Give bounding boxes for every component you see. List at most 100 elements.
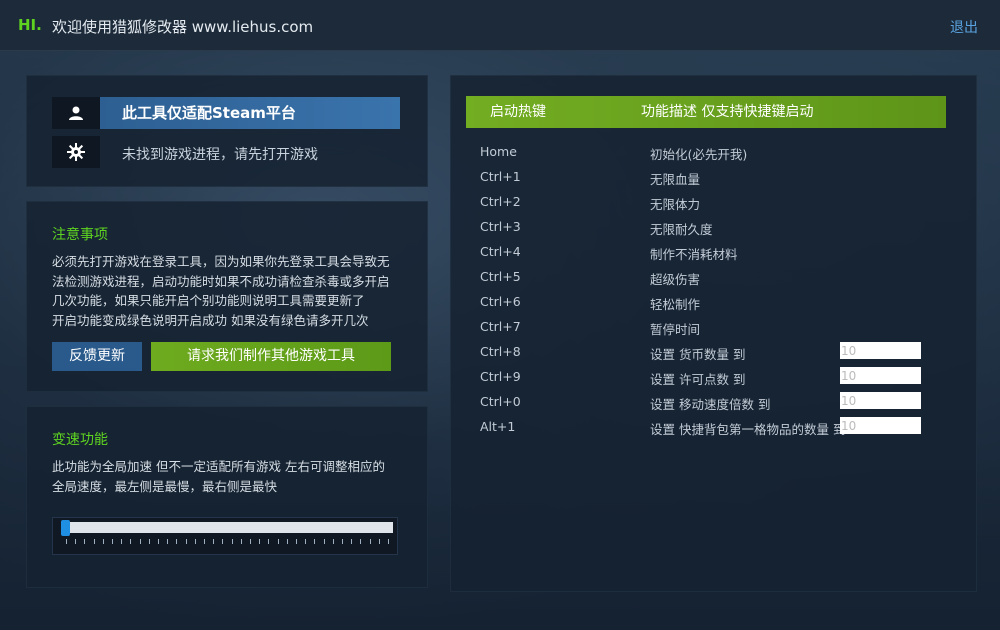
- slider-tick: [360, 539, 362, 544]
- slider-tick: [286, 539, 288, 544]
- slider-tick: [139, 539, 141, 544]
- speed-text: 此功能为全局加速 但不一定适配所有游戏 左右可调整相应的 全局速度，最左侧是最慢…: [52, 457, 385, 496]
- platform-label: 此工具仅适配Steam平台: [100, 97, 400, 129]
- slider-tick: [158, 539, 159, 544]
- slider-tick: [75, 539, 77, 544]
- slider-tick: [148, 539, 150, 544]
- title-bar: HI. 欢迎使用猎狐修改器 www.liehus.com 退出: [0, 0, 1000, 51]
- request-tool-button[interactable]: 请求我们制作其他游戏工具: [151, 342, 391, 371]
- hotkey-row: Ctrl+1 无限血量: [480, 167, 940, 187]
- slider-tick: [185, 539, 187, 544]
- hotkey-row: Ctrl+3 无限耐久度: [480, 217, 940, 237]
- slider-tick: [378, 539, 380, 544]
- hotkey-desc: 轻松制作: [650, 297, 701, 312]
- hotkey-key: Ctrl+3: [480, 219, 521, 234]
- slider-tick: [388, 539, 389, 544]
- slider-thumb[interactable]: [61, 520, 70, 536]
- exit-link[interactable]: 退出: [950, 17, 978, 37]
- hotkey-row: Alt+1 设置 快捷背包第一格物品的数量 到: [480, 417, 940, 437]
- speed-panel: 变速功能 此功能为全局加速 但不一定适配所有游戏 左右可调整相应的 全局速度，最…: [26, 406, 428, 588]
- slider-ticks: [66, 539, 389, 545]
- greeting-hi: HI.: [18, 16, 42, 34]
- hotkey-row: Ctrl+4 制作不消耗材料: [480, 242, 940, 262]
- hotkey-desc: 初始化(必先开我): [650, 147, 748, 162]
- hotkey-header-key: 启动热键: [490, 104, 546, 120]
- hotkey-row: Ctrl+8 设置 货币数量 到: [480, 342, 940, 362]
- hotkey-value-input[interactable]: [840, 342, 921, 359]
- slider-track[interactable]: [63, 522, 393, 533]
- slider-tick: [130, 539, 132, 544]
- hotkey-value-input[interactable]: [840, 367, 921, 384]
- hotkey-row: Ctrl+6 轻松制作: [480, 292, 940, 312]
- hotkey-panel: 启动热键 功能描述 仅支持快捷键启动 Home 初始化(必先开我) Ctrl+1 无限…: [450, 75, 977, 592]
- slider-tick: [296, 539, 297, 544]
- notice-text: 必须先打开游戏在登录工具，因为如果你先登录工具会导致无 法检测游戏进程，启动功能…: [52, 252, 390, 330]
- slider-tick: [231, 539, 233, 544]
- slider-tick: [268, 539, 270, 544]
- slider-tick: [259, 539, 261, 544]
- hotkey-desc: 无限耐久度: [650, 222, 713, 237]
- notice-line: 必须先打开游戏在登录工具，因为如果你先登录工具会导致无: [52, 254, 390, 269]
- speed-title: 变速功能: [52, 432, 108, 448]
- speed-line: 此功能为全局加速 但不一定适配所有游戏 左右可调整相应的: [52, 459, 385, 474]
- hotkey-value-input[interactable]: [840, 392, 921, 409]
- feedback-button[interactable]: 反馈更新: [52, 342, 142, 371]
- slider-tick: [93, 539, 95, 544]
- slider-tick: [66, 539, 67, 544]
- gear-icon: [52, 136, 100, 168]
- hotkey-row: Ctrl+5 超级伤害: [480, 267, 940, 287]
- slider-tick: [240, 539, 242, 544]
- hotkey-desc: 设置 移动速度倍数 到: [650, 397, 771, 412]
- slider-tick: [314, 539, 316, 544]
- hotkey-key: Ctrl+1: [480, 169, 521, 184]
- hotkey-desc: 超级伤害: [650, 272, 701, 287]
- hotkey-header-desc: 功能描述 仅支持快捷键启动: [641, 104, 814, 120]
- slider-tick: [102, 539, 104, 544]
- hotkey-desc: 设置 许可点数 到: [650, 372, 746, 387]
- hotkey-desc: 制作不消耗材料: [650, 247, 738, 262]
- hotkey-row: Home 初始化(必先开我): [480, 142, 940, 162]
- hotkey-value-input[interactable]: [840, 417, 921, 434]
- notice-line: 几次功能，如果只能开启个别功能则说明工具需要更新了: [52, 293, 365, 308]
- slider-tick: [323, 539, 325, 544]
- platform-panel: 此工具仅适配Steam平台 未找到游戏进程，请先打开游戏: [26, 75, 428, 187]
- hotkey-key: Ctrl+5: [480, 269, 521, 284]
- hotkey-key: Ctrl+6: [480, 294, 521, 309]
- hotkey-desc: 暂停时间: [650, 322, 701, 337]
- hotkey-desc: 无限体力: [650, 197, 701, 212]
- notice-panel: 注意事项 必须先打开游戏在登录工具，因为如果你先登录工具会导致无 法检测游戏进程…: [26, 201, 428, 392]
- slider-tick: [332, 539, 334, 544]
- hotkey-header: 启动热键 功能描述 仅支持快捷键启动: [466, 96, 946, 128]
- slider-tick: [351, 539, 353, 544]
- hotkey-key: Alt+1: [480, 419, 516, 434]
- hotkey-key: Ctrl+4: [480, 244, 521, 259]
- speed-slider[interactable]: [52, 517, 398, 555]
- slider-tick: [342, 539, 343, 544]
- notice-line: 法检测游戏进程，启动功能时如果不成功请检查杀毒或多开启: [52, 273, 390, 289]
- slider-tick: [121, 539, 123, 544]
- slider-tick: [222, 539, 224, 544]
- notice-line: 开启功能变成绿色说明开启成功 如果没有绿色请多开几次: [52, 312, 369, 328]
- hotkey-key: Ctrl+0: [480, 394, 521, 409]
- hotkey-key: Ctrl+2: [480, 194, 521, 209]
- slider-tick: [204, 539, 205, 544]
- hotkey-desc: 设置 货币数量 到: [650, 347, 746, 362]
- slider-tick: [369, 539, 371, 544]
- slider-tick: [250, 539, 251, 544]
- hotkey-key: Ctrl+9: [480, 369, 521, 384]
- slider-tick: [84, 539, 86, 544]
- slider-tick: [305, 539, 307, 544]
- slider-tick: [112, 539, 113, 544]
- speed-line: 全局速度，最左侧是最慢，最右侧是最快: [52, 478, 278, 494]
- slider-tick: [194, 539, 196, 544]
- process-status: 未找到游戏进程，请先打开游戏: [122, 147, 318, 163]
- user-icon: [52, 97, 100, 129]
- slider-tick: [167, 539, 169, 544]
- app-title: 欢迎使用猎狐修改器 www.liehus.com: [52, 18, 314, 36]
- hotkey-row: Ctrl+2 无限体力: [480, 192, 940, 212]
- notice-title: 注意事项: [52, 227, 108, 243]
- hotkey-key: Home: [480, 144, 517, 159]
- hotkey-desc: 无限血量: [650, 172, 701, 187]
- hotkey-desc: 设置 快捷背包第一格物品的数量 到: [650, 422, 846, 437]
- slider-tick: [277, 539, 279, 544]
